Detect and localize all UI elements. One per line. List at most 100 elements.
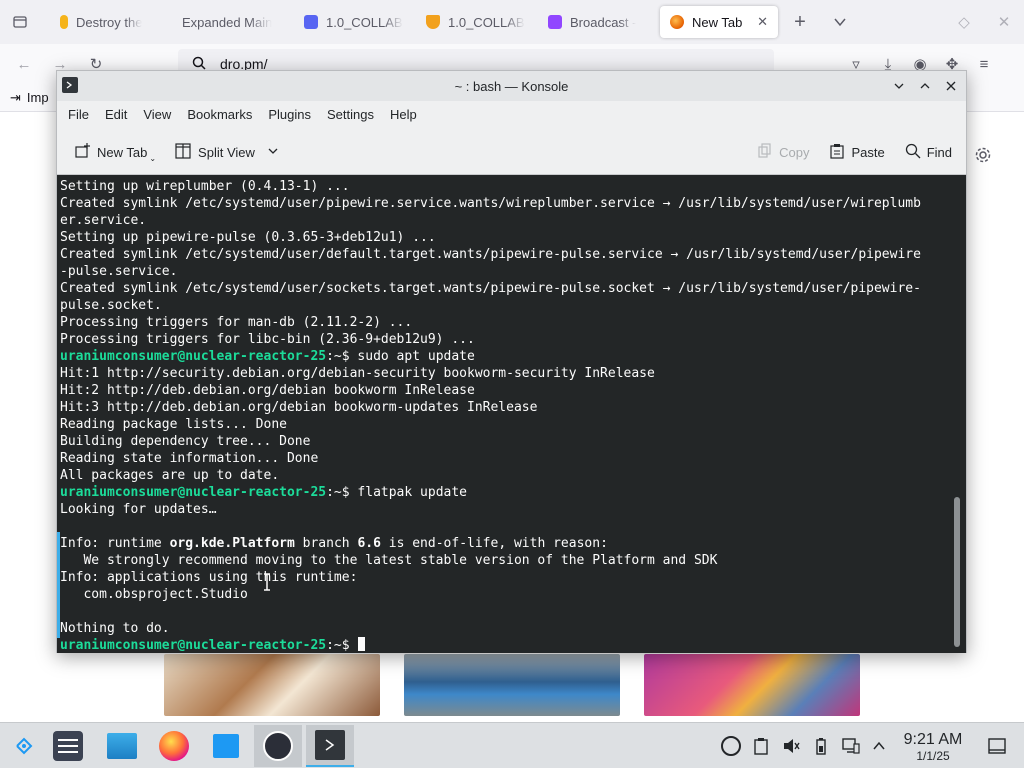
terminal-line: com.obsproject.Studio xyxy=(60,587,248,602)
mouse-ibeam-cursor-icon xyxy=(263,573,271,591)
tab-label: Destroy the xyxy=(76,14,143,30)
obs-tray-icon[interactable] xyxy=(720,735,742,757)
tab-list-icon[interactable] xyxy=(4,6,36,38)
paste-button[interactable]: Paste xyxy=(823,137,890,167)
clock-date: 1/1/25 xyxy=(916,749,950,763)
menu-plugins[interactable]: Plugins xyxy=(260,101,319,129)
prompt-user-host: uraniumconsumer@nuclear-reactor-25 xyxy=(60,638,327,653)
menu-settings[interactable]: Settings xyxy=(319,101,382,129)
chevron-down-icon[interactable] xyxy=(824,6,856,38)
window-titlebar[interactable]: ~ : bash — Konsole xyxy=(57,71,966,101)
terminal-prompt-line: uraniumconsumer@nuclear-reactor-25:~$ fl… xyxy=(60,484,950,501)
bookmark-import[interactable]: Imp xyxy=(27,90,49,105)
paste-label: Paste xyxy=(851,144,885,160)
browser-tab[interactable]: Broadcast - xyxy=(538,6,660,38)
copy-label: Copy xyxy=(779,144,810,160)
copy-button[interactable]: Copy xyxy=(751,137,815,167)
clock-time: 9:21 AM xyxy=(903,731,963,748)
terminal-text-segment: org.kde.Platform xyxy=(169,536,295,551)
konsole-app-icon[interactable] xyxy=(62,77,78,93)
file-manager-icon[interactable] xyxy=(98,725,146,767)
menu-file[interactable]: File xyxy=(60,101,97,129)
terminal-line: er.service. xyxy=(60,213,147,228)
gear-icon[interactable] xyxy=(974,146,992,164)
twitch-icon xyxy=(548,15,562,29)
scrollbar[interactable] xyxy=(954,497,960,647)
news-thumbnail[interactable] xyxy=(164,654,380,716)
menu-view[interactable]: View xyxy=(135,101,179,129)
browser-tab[interactable]: Destroy the xyxy=(50,6,172,38)
terminal-prompt-line: uraniumconsumer@nuclear-reactor-25:~$ xyxy=(60,637,950,653)
browser-tab-bar: Destroy the Expanded Main 1.0_COLLAB 1.0… xyxy=(0,0,1024,44)
menu-bar: File Edit View Bookmarks Plugins Setting… xyxy=(57,101,966,129)
terminal-line: All packages are up to date. xyxy=(60,468,280,483)
find-label: Find xyxy=(926,144,952,160)
terminal-text-segment: is end-of-life, with reason: xyxy=(380,536,608,551)
network-icon[interactable] xyxy=(840,735,862,757)
menu-bookmarks[interactable]: Bookmarks xyxy=(179,101,260,129)
app-launcher-icon[interactable] xyxy=(0,725,48,767)
command-text: flatpak update xyxy=(357,485,467,500)
chevron-up-icon[interactable] xyxy=(868,735,890,757)
prompt-user-host: uraniumconsumer@nuclear-reactor-25 xyxy=(60,485,327,500)
terminal-line: Created symlink /etc/systemd/user/pipewi… xyxy=(60,196,921,211)
terminal-prompt-line: uraniumconsumer@nuclear-reactor-25:~$ su… xyxy=(60,348,950,365)
browser-tab[interactable]: 1.0_COLLAB xyxy=(294,6,416,38)
prompt-suffix: :~$ xyxy=(326,485,358,500)
split-view-button[interactable]: Split View xyxy=(168,137,285,167)
terminal-line: Building dependency tree... Done xyxy=(60,434,311,449)
new-tab-button[interactable]: New Tab ⌄ xyxy=(67,137,162,167)
browser-tab[interactable]: 1.0_COLLAB xyxy=(416,6,538,38)
menu-icon[interactable]: ≡ xyxy=(968,48,1000,80)
terminal-line: Reading state information... Done xyxy=(60,451,319,466)
search-icon xyxy=(905,143,921,162)
back-icon[interactable]: ← xyxy=(8,48,40,80)
terminal-text-segment: branch xyxy=(294,536,358,551)
konsole-window: ~ : bash — Konsole File Edit View Bookma… xyxy=(56,70,967,653)
system-settings-icon[interactable] xyxy=(44,725,92,767)
menu-edit[interactable]: Edit xyxy=(97,101,135,129)
volume-muted-icon[interactable] xyxy=(780,735,802,757)
maximize-icon[interactable] xyxy=(914,75,936,97)
minimize-window-icon[interactable]: ◇ xyxy=(948,6,980,38)
show-desktop-icon[interactable] xyxy=(986,735,1008,757)
text-cursor xyxy=(358,637,366,651)
terminal-line: Processing triggers for libc-bin (2.36-9… xyxy=(60,332,475,347)
discover-store-icon[interactable] xyxy=(202,725,250,767)
clock[interactable]: 9:21 AM 1/1/25 xyxy=(890,731,976,763)
terminal-output[interactable]: Setting up wireplumber (0.4.13-1) ... Cre… xyxy=(60,178,950,653)
browser-tab-active[interactable]: New Tab ✕ xyxy=(660,6,778,38)
minimize-icon[interactable] xyxy=(888,75,910,97)
obs-studio-icon[interactable] xyxy=(254,725,302,767)
clipboard-icon[interactable] xyxy=(750,735,772,757)
battery-icon[interactable] xyxy=(810,735,832,757)
window-title: ~ : bash — Konsole xyxy=(454,78,569,94)
prompt-suffix: :~$ xyxy=(326,638,358,653)
terminal-line: Hit:3 http://deb.debian.org/debian bookw… xyxy=(60,400,538,415)
terminal-line: pulse.socket. xyxy=(60,298,162,313)
news-thumbnail[interactable] xyxy=(404,654,620,716)
terminal-view[interactable]: Setting up wireplumber (0.4.13-1) ... Cre… xyxy=(57,175,966,653)
terminal-line: Nothing to do. xyxy=(60,621,170,636)
find-button[interactable]: Find xyxy=(899,137,958,167)
shield-icon xyxy=(426,15,440,29)
tab-favicon-icon xyxy=(60,15,68,29)
browser-tab[interactable]: Expanded Main xyxy=(172,6,294,38)
terminal-line: Setting up pipewire-pulse (0.3.65-3+deb1… xyxy=(60,230,436,245)
new-tab-icon[interactable]: + xyxy=(784,6,816,38)
tab-label: Expanded Main xyxy=(182,14,273,30)
firefox-icon[interactable] xyxy=(150,725,198,767)
close-window-icon[interactable]: ✕ xyxy=(988,6,1020,38)
terminal-line: Hit:1 http://security.debian.org/debian-… xyxy=(60,366,655,381)
close-icon[interactable] xyxy=(940,75,962,97)
tab-label: 1.0_COLLAB xyxy=(326,14,403,30)
menu-help[interactable]: Help xyxy=(382,101,425,129)
terminal-line: Setting up wireplumber (0.4.13-1) ... xyxy=(60,179,350,194)
close-tab-icon[interactable]: ✕ xyxy=(757,14,768,30)
konsole-taskbar-icon[interactable] xyxy=(306,725,354,767)
new-tab-label: New Tab xyxy=(97,144,148,160)
chevron-down-icon[interactable] xyxy=(267,145,279,160)
news-thumbnail[interactable] xyxy=(644,654,860,716)
discord-icon xyxy=(304,15,318,29)
